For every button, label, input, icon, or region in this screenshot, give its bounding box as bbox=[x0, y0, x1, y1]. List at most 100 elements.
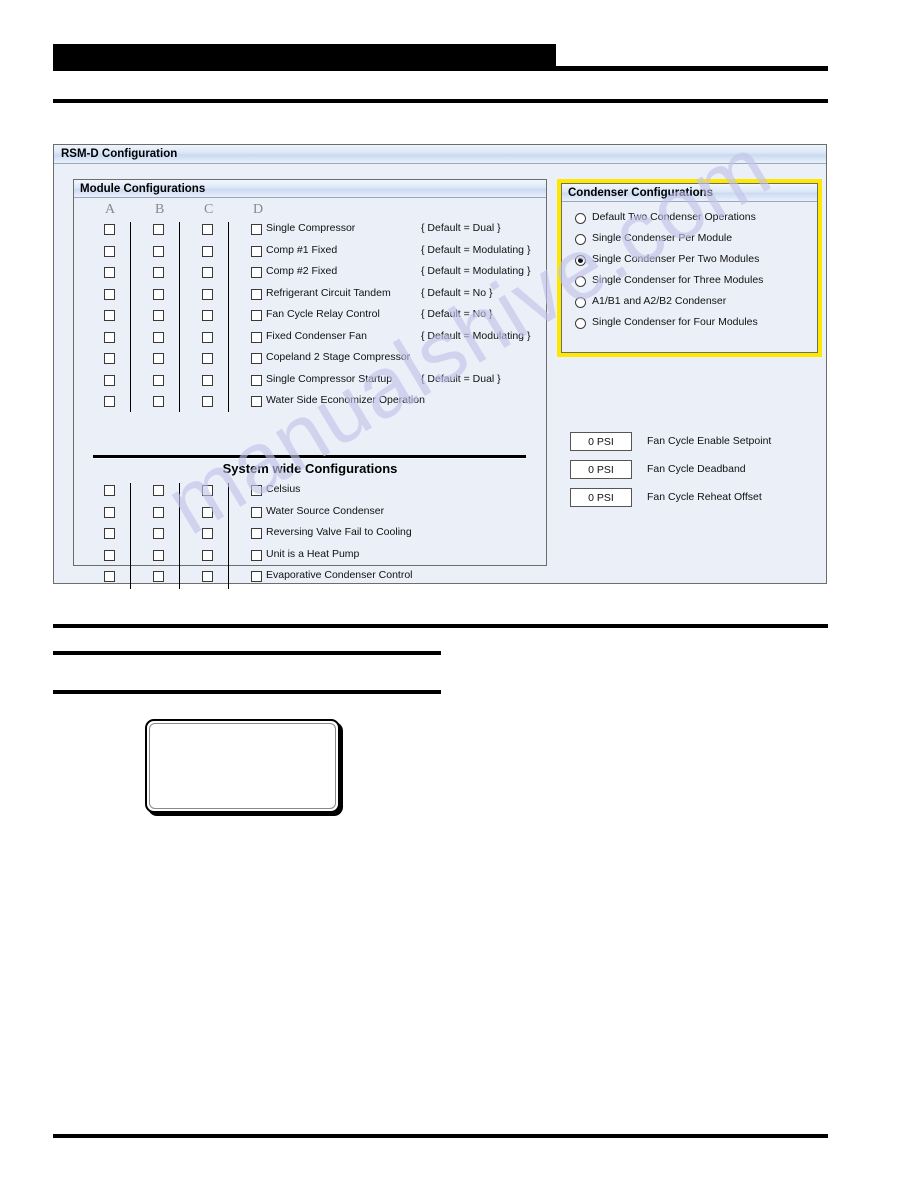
checkbox-b[interactable] bbox=[153, 485, 164, 496]
condenser-option-label: Single Condenser for Four Modules bbox=[592, 316, 758, 328]
checkbox-c[interactable] bbox=[202, 485, 213, 496]
radio-button[interactable] bbox=[575, 276, 586, 287]
system-wide-row-label: Celsius bbox=[266, 483, 301, 495]
checkbox-d[interactable] bbox=[251, 331, 262, 343]
checkbox-a[interactable] bbox=[104, 506, 115, 518]
checkbox-c[interactable] bbox=[202, 353, 213, 364]
checkbox-d[interactable] bbox=[251, 267, 262, 278]
checkbox-b[interactable] bbox=[153, 374, 164, 386]
section-rule-top bbox=[53, 99, 828, 103]
module-row-default: { Default = No } bbox=[421, 308, 493, 320]
module-row-label: Single Compressor bbox=[266, 222, 356, 234]
checkbox-c[interactable] bbox=[202, 310, 213, 321]
module-row: Comp #1 Fixed { Default = Modulating } bbox=[74, 242, 546, 264]
system-wide-separator bbox=[93, 455, 526, 458]
fan-cycle-deadband-field[interactable]: 0 PSI bbox=[570, 460, 632, 479]
checkbox-a[interactable] bbox=[104, 288, 115, 300]
checkbox-c[interactable] bbox=[202, 267, 213, 278]
checkbox-c[interactable] bbox=[202, 506, 213, 518]
dialog-body: Module Configurations A B C D Single Com… bbox=[54, 164, 826, 589]
condenser-option[interactable]: Single Condenser Per Module bbox=[575, 231, 830, 252]
module-row: Refrigerant Circuit Tandem { Default = N… bbox=[74, 285, 546, 307]
radio-button[interactable] bbox=[575, 318, 586, 329]
checkbox-a[interactable] bbox=[104, 549, 115, 561]
checkbox-b[interactable] bbox=[153, 245, 164, 257]
checkbox-c[interactable] bbox=[202, 396, 213, 407]
column-header-c: C bbox=[204, 202, 214, 217]
checkbox-a[interactable] bbox=[104, 528, 115, 539]
fan-cycle-deadband-label: Fan Cycle Deadband bbox=[647, 463, 746, 475]
checkbox-c[interactable] bbox=[202, 374, 213, 386]
checkbox-a[interactable] bbox=[104, 310, 115, 321]
checkbox-b[interactable] bbox=[153, 353, 164, 364]
checkbox-b[interactable] bbox=[153, 331, 164, 343]
checkbox-c[interactable] bbox=[202, 571, 213, 582]
module-column-headers: A B C D bbox=[74, 202, 546, 220]
module-row-label: Water Side Economizer Operation bbox=[266, 394, 425, 406]
radio-button[interactable] bbox=[575, 297, 586, 308]
checkbox-a[interactable] bbox=[104, 245, 115, 257]
system-wide-row: Reversing Valve Fail to Cooling bbox=[74, 524, 546, 546]
module-row: Water Side Economizer Operation bbox=[74, 392, 546, 414]
checkbox-a[interactable] bbox=[104, 267, 115, 278]
dialog-title: RSM-D Configuration bbox=[61, 148, 178, 160]
module-row-label: Fan Cycle Relay Control bbox=[266, 308, 380, 320]
checkbox-c[interactable] bbox=[202, 245, 213, 257]
condenser-option[interactable]: Single Condenser Per Two Modules bbox=[575, 252, 830, 273]
checkbox-a[interactable] bbox=[104, 331, 115, 343]
checkbox-b[interactable] bbox=[153, 549, 164, 561]
checkbox-c[interactable] bbox=[202, 549, 213, 561]
section-rule-below-figure bbox=[53, 624, 828, 628]
checkbox-d[interactable] bbox=[251, 310, 262, 321]
checkbox-c[interactable] bbox=[202, 331, 213, 343]
checkbox-d[interactable] bbox=[251, 245, 262, 257]
checkbox-d[interactable] bbox=[251, 485, 262, 496]
condenser-option[interactable]: Default Two Condenser Operations bbox=[575, 210, 830, 231]
checkbox-c[interactable] bbox=[202, 224, 213, 235]
fan-cycle-reheat-offset-field[interactable]: 0 PSI bbox=[570, 488, 632, 507]
empty-figure-box bbox=[145, 719, 340, 813]
radio-button[interactable] bbox=[575, 213, 586, 224]
condenser-configurations-highlight: Condenser Configurations Default Two Con… bbox=[557, 179, 822, 357]
condenser-option[interactable]: Single Condenser for Four Modules bbox=[575, 315, 830, 336]
condenser-option-label: Single Condenser Per Two Modules bbox=[592, 253, 760, 265]
checkbox-d[interactable] bbox=[251, 224, 262, 235]
checkbox-d[interactable] bbox=[251, 506, 262, 518]
module-row-label: Comp #1 Fixed bbox=[266, 243, 338, 256]
checkbox-d[interactable] bbox=[251, 288, 262, 300]
radio-button-selected[interactable] bbox=[575, 255, 586, 266]
checkbox-c[interactable] bbox=[202, 528, 213, 539]
checkbox-b[interactable] bbox=[153, 571, 164, 582]
radio-button[interactable] bbox=[575, 234, 586, 245]
checkbox-c[interactable] bbox=[202, 288, 213, 300]
system-wide-row-label: Water Source Condenser bbox=[266, 504, 385, 517]
module-row-label: Refrigerant Circuit Tandem bbox=[266, 286, 391, 299]
system-wide-row-label: Reversing Valve Fail to Cooling bbox=[266, 526, 412, 538]
checkbox-a[interactable] bbox=[104, 485, 115, 496]
checkbox-b[interactable] bbox=[153, 288, 164, 300]
checkbox-d[interactable] bbox=[251, 396, 262, 407]
condenser-option[interactable]: Single Condenser for Three Modules bbox=[575, 273, 830, 294]
checkbox-d[interactable] bbox=[251, 374, 262, 386]
checkbox-b[interactable] bbox=[153, 310, 164, 321]
checkbox-a[interactable] bbox=[104, 571, 115, 582]
checkbox-d[interactable] bbox=[251, 549, 262, 561]
checkbox-b[interactable] bbox=[153, 528, 164, 539]
checkbox-d[interactable] bbox=[251, 528, 262, 539]
fan-cycle-reheat-offset-label: Fan Cycle Reheat Offset bbox=[647, 491, 762, 503]
condenser-option[interactable]: A1/B1 and A2/B2 Condenser bbox=[575, 294, 830, 315]
checkbox-b[interactable] bbox=[153, 396, 164, 407]
checkbox-b[interactable] bbox=[153, 506, 164, 518]
checkbox-a[interactable] bbox=[104, 353, 115, 364]
checkbox-a[interactable] bbox=[104, 396, 115, 407]
system-wide-row: Evaporative Condenser Control bbox=[74, 567, 546, 589]
module-configurations-title: Module Configurations bbox=[80, 182, 206, 195]
rsm-d-configuration-dialog: RSM-D Configuration Module Configuration… bbox=[53, 144, 827, 589]
checkbox-d[interactable] bbox=[251, 353, 262, 364]
checkbox-a[interactable] bbox=[104, 224, 115, 235]
checkbox-d[interactable] bbox=[251, 571, 262, 582]
checkbox-b[interactable] bbox=[153, 267, 164, 278]
checkbox-b[interactable] bbox=[153, 224, 164, 235]
fan-cycle-enable-setpoint-field[interactable]: 0 PSI bbox=[570, 432, 632, 451]
checkbox-a[interactable] bbox=[104, 374, 115, 386]
